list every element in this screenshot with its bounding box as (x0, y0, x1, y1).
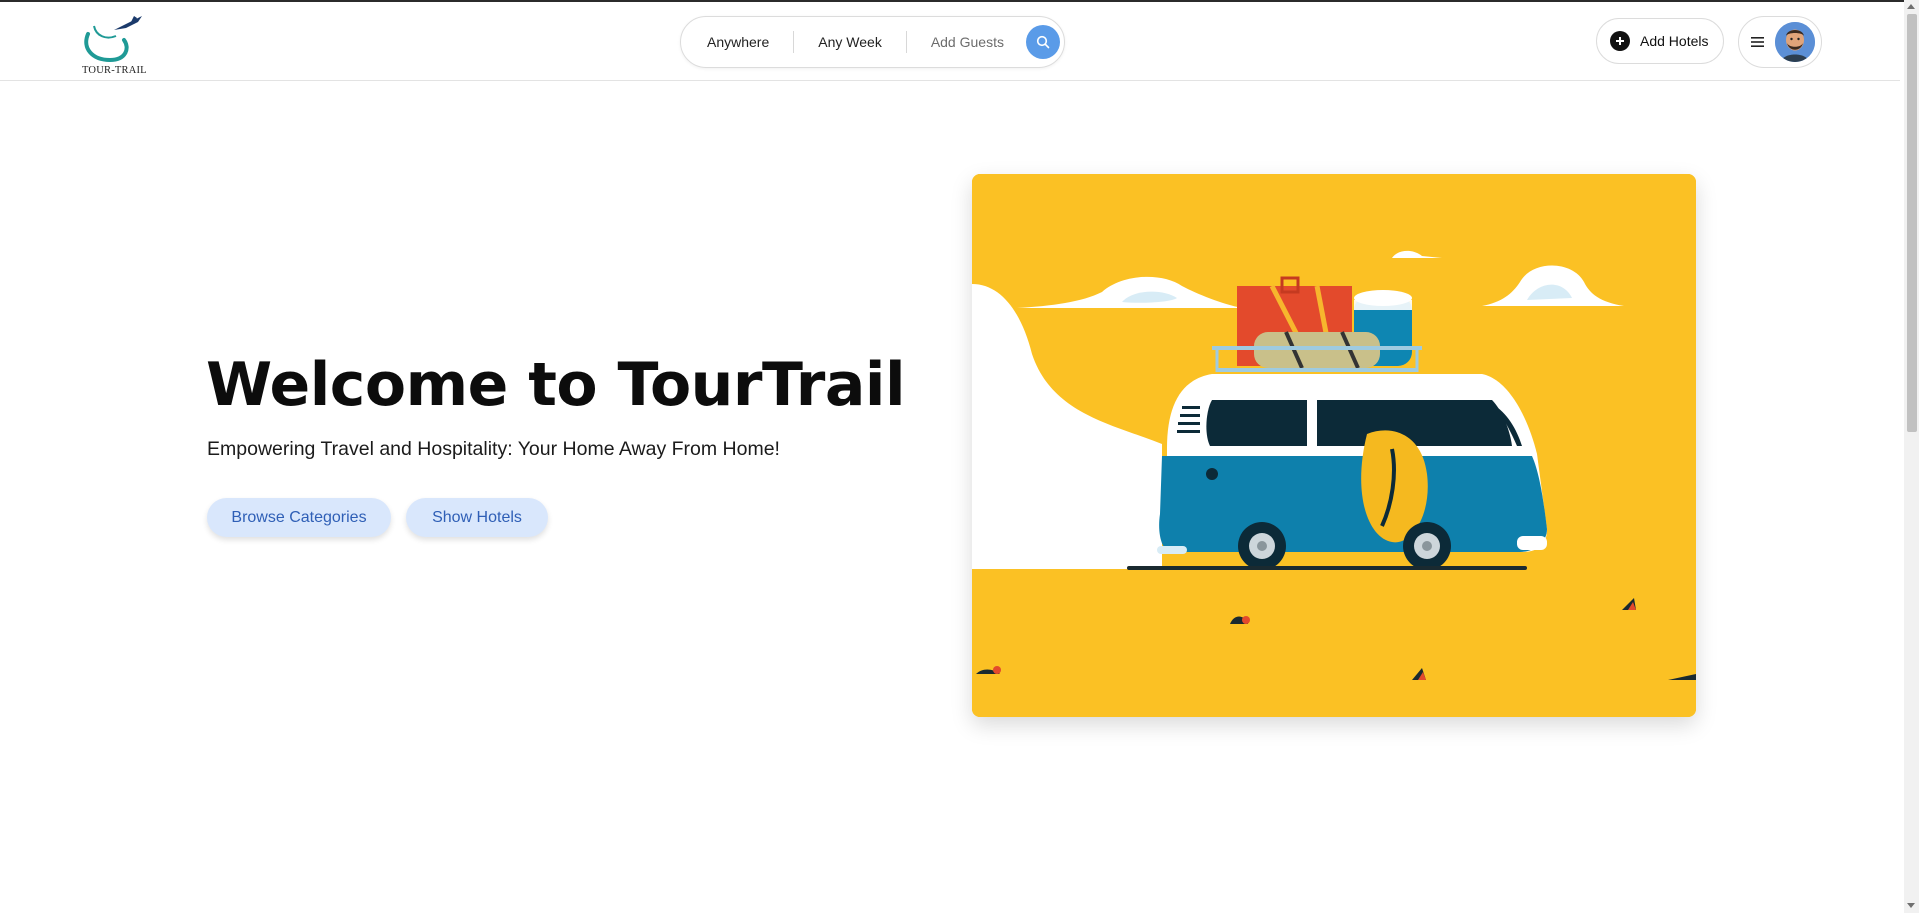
search-location[interactable]: Anywhere (681, 32, 793, 52)
search-guests[interactable]: Add Guests (907, 32, 1028, 52)
show-hotels-button[interactable]: Show Hotels (406, 498, 548, 537)
scrollbar-thumb[interactable] (1907, 14, 1917, 432)
search-date[interactable]: Any Week (794, 32, 906, 52)
user-menu-button[interactable] (1738, 16, 1822, 68)
user-avatar (1775, 22, 1815, 62)
logo-text: TOUR-TRAIL (82, 65, 147, 76)
search-icon (1036, 35, 1050, 49)
plus-circle-icon (1610, 31, 1630, 51)
hero-title: Welcome to TourTrail (206, 350, 906, 420)
add-hotels-label: Add Hotels (1640, 33, 1709, 49)
scroll-down-arrow-icon[interactable] (1907, 903, 1915, 908)
logo-icon (84, 16, 142, 63)
add-hotels-button[interactable]: Add Hotels (1596, 18, 1724, 64)
search-bar[interactable]: Anywhere Any Week Add Guests (680, 16, 1065, 68)
hamburger-icon (1751, 33, 1765, 52)
browse-categories-button[interactable]: Browse Categories (207, 498, 391, 537)
vertical-scrollbar[interactable] (1904, 0, 1919, 913)
camper-van-illustration (972, 174, 1696, 717)
scroll-up-arrow-icon[interactable] (1907, 4, 1915, 9)
search-button[interactable] (1025, 25, 1060, 59)
hero-subtitle: Empowering Travel and Hospitality: Your … (207, 438, 780, 460)
navbar: TOUR-TRAIL Anywhere Any Week Add Guests … (0, 2, 1900, 81)
